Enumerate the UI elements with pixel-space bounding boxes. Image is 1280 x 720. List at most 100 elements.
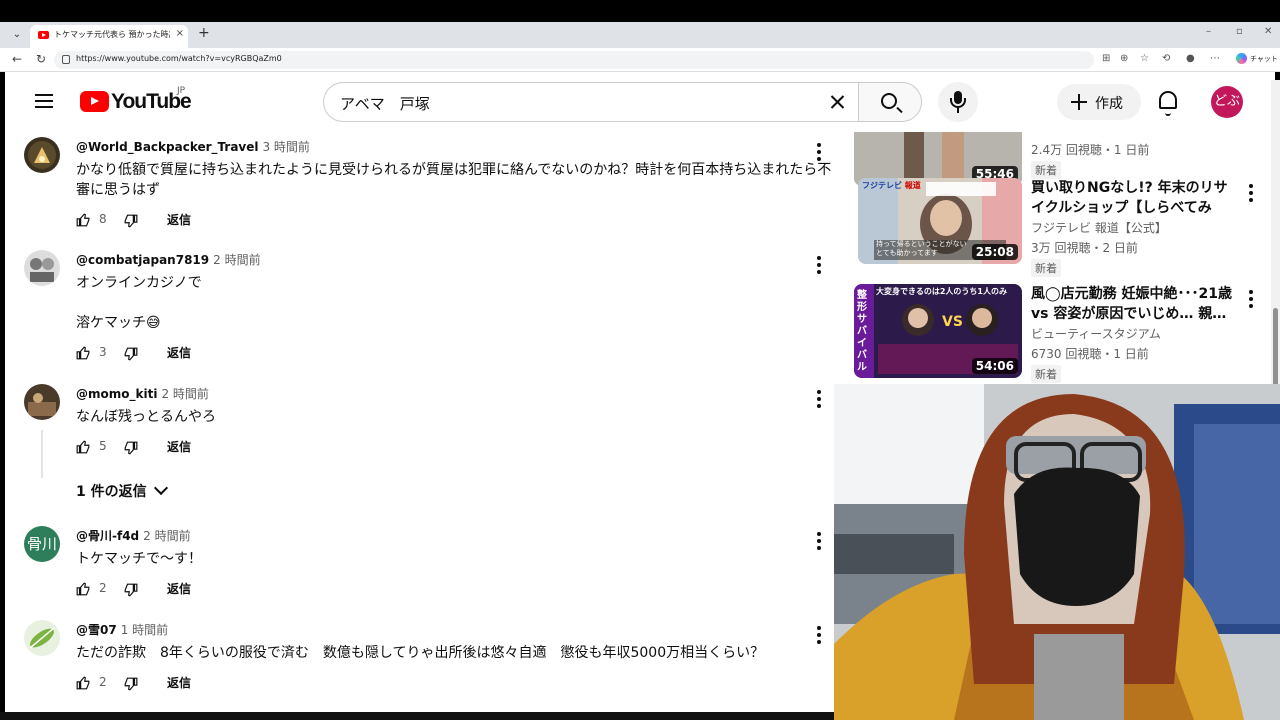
video-channel[interactable]: ビューティースタジアム — [1031, 325, 1161, 342]
notifications-bell-icon[interactable] — [1159, 91, 1177, 116]
new-tab-button[interactable]: + — [198, 25, 210, 41]
reader-mode-icon[interactable]: ⊞ — [1102, 53, 1110, 64]
commenter-avatar[interactable] — [24, 250, 60, 286]
comment-author[interactable]: @World_Backpacker_Travel 3 時間前 — [76, 138, 310, 155]
dislike-icon[interactable] — [124, 676, 138, 691]
thread-line — [41, 430, 43, 478]
thumbnail-logo-text-2: 報道 — [904, 181, 921, 190]
comment-author-name[interactable]: @combatjapan7819 — [76, 253, 209, 267]
comment-author-name[interactable]: @World_Backpacker_Travel — [76, 140, 258, 154]
reply-button[interactable]: 返信 — [167, 344, 191, 361]
comment-time[interactable]: 2 時間前 — [213, 253, 260, 267]
like-icon[interactable] — [76, 345, 90, 360]
youtube-favicon-icon — [38, 31, 49, 39]
dislike-icon[interactable] — [124, 582, 138, 597]
video-thumbnail[interactable]: フジテレビ 報道 持って帰るということがない とても助かってます 25:08 — [858, 178, 1022, 264]
webcam-overlay — [834, 384, 1280, 720]
new-badge: 新着 — [1031, 161, 1061, 179]
video-more-icon[interactable] — [1246, 184, 1256, 204]
related-video-item[interactable]: 整形サバイバル 大変身できるのは2人のうち1人のみ VS 54:06 風◯店元勤… — [854, 284, 1275, 384]
like-count: 2 — [99, 581, 107, 595]
extensions-icon[interactable]: ⟲ — [1162, 53, 1170, 64]
comment-more-icon[interactable] — [814, 626, 824, 646]
restore-icon[interactable]: ▫ — [1236, 26, 1243, 37]
replies-toggle-button[interactable]: 1 件の返信 — [76, 480, 169, 501]
plus-icon — [1069, 92, 1089, 112]
video-channel[interactable]: フジテレビ 報道【公式】 — [1031, 219, 1167, 236]
tab-close-icon[interactable]: × — [176, 28, 184, 39]
comment-actions: 8 返信 — [76, 210, 276, 230]
search-input-value: アベマ 戸塚 — [340, 95, 430, 113]
zoom-icon[interactable]: ⊕ — [1120, 53, 1128, 64]
bottom-edge — [0, 712, 834, 720]
reply-button[interactable]: 返信 — [167, 580, 191, 597]
search-input[interactable]: アベマ 戸塚 — [323, 82, 858, 122]
user-avatar[interactable]: どぶ — [1211, 86, 1243, 118]
copilot-icon[interactable] — [1236, 53, 1247, 64]
comment-time[interactable]: 2 時間前 — [143, 529, 190, 543]
search-clear-icon[interactable] — [822, 87, 852, 117]
comment-author-name[interactable]: @momo_kiti — [76, 387, 157, 401]
profile-icon[interactable]: ● — [1186, 53, 1195, 64]
comment-time[interactable]: 3 時間前 — [262, 140, 309, 154]
video-thumbnail[interactable]: 整形サバイバル 大変身できるのは2人のうち1人のみ VS 54:06 — [854, 284, 1022, 378]
reload-icon[interactable]: ↻ — [36, 52, 46, 66]
comment-author[interactable]: @momo_kiti 2 時間前 — [76, 385, 209, 402]
video-meta: 2.4万 回視聴・1 日前 — [1031, 143, 1150, 157]
commenter-avatar[interactable] — [24, 620, 60, 656]
comment-more-icon[interactable] — [814, 256, 824, 276]
video-more-icon[interactable] — [1246, 290, 1256, 310]
search-button[interactable] — [858, 82, 922, 122]
voice-search-button[interactable] — [938, 82, 978, 122]
commenter-avatar[interactable]: 骨川 — [24, 526, 60, 562]
comment-author[interactable]: @combatjapan7819 2 時間前 — [76, 251, 261, 268]
comment-time[interactable]: 1 時間前 — [121, 623, 168, 637]
more-menu-icon[interactable]: ⋯ — [1210, 53, 1220, 64]
copilot-label: チャット — [1250, 55, 1278, 63]
window-close-icon[interactable]: ✕ — [1264, 26, 1272, 37]
related-video-item[interactable]: フジテレビ 報道 持って帰るということがない とても助かってます 25:08 買… — [854, 178, 1275, 278]
tab-list-chevron-icon[interactable]: ⌄ — [10, 28, 24, 42]
favorite-star-icon[interactable]: ☆ — [1140, 53, 1149, 64]
create-button[interactable]: 作成 — [1057, 84, 1141, 120]
comment-author-name[interactable]: @雪07 — [76, 623, 117, 637]
like-icon[interactable] — [76, 212, 90, 227]
like-icon[interactable] — [76, 439, 90, 454]
video-title[interactable]: 風◯店元勤務 妊娠中絶･･･21歳 vs 容姿が原因でいじめ… 親… — [1031, 284, 1239, 324]
video-title[interactable]: 買い取りNGなし!? 年末のリサイクルショップ【しらべてみた… — [1031, 178, 1239, 218]
new-badge: 新着 — [1031, 259, 1061, 277]
like-icon[interactable] — [76, 581, 90, 596]
commenter-avatar[interactable] — [24, 384, 60, 420]
scrollbar-thumb[interactable] — [1273, 308, 1278, 388]
comment-more-icon[interactable] — [814, 390, 824, 410]
comment-author[interactable]: @雪07 1 時間前 — [76, 621, 168, 638]
video-meta: 6730 回視聴・1 日前 — [1031, 347, 1149, 361]
comment-text: トケマッチで〜す！ — [76, 551, 202, 567]
url-field[interactable]: https://www.youtube.com/watch?v=vcyRGBQa… — [54, 51, 1094, 69]
comment-item: @World_Backpacker_Travel 3 時間前 かなり低額で質屋に持… — [5, 137, 835, 237]
dislike-icon[interactable] — [124, 440, 138, 455]
related-videos: 55:46 2.4万 回視聴・1 日前 新着 フジテレビ 報道 持って帰るという… — [854, 132, 1275, 392]
reply-button[interactable]: 返信 — [167, 438, 191, 455]
commenter-avatar[interactable] — [24, 137, 60, 173]
back-icon[interactable]: ← — [12, 52, 22, 66]
dislike-icon[interactable] — [124, 213, 138, 228]
dislike-icon[interactable] — [124, 346, 138, 361]
comment-item: 骨川 @骨川-f4d 2 時間前 トケマッチで〜す！ 2 返信 — [5, 526, 835, 606]
reply-button[interactable]: 返信 — [167, 211, 191, 228]
comment-more-icon[interactable] — [814, 532, 824, 552]
reply-button[interactable]: 返信 — [167, 674, 191, 691]
comment-author-name[interactable]: @骨川-f4d — [76, 529, 139, 543]
hamburger-menu-icon[interactable] — [35, 94, 53, 108]
comment-item: @momo_kiti 2 時間前 なんぼ残っとるんやろ 5 返信 1 件の返信 — [5, 384, 835, 514]
new-badge: 新着 — [1031, 365, 1061, 383]
comment-author[interactable]: @骨川-f4d 2 時間前 — [76, 527, 191, 544]
browser-tab[interactable]: トケマッチ元代表ら 預かった時計売... × — [30, 25, 188, 48]
youtube-logo-icon[interactable] — [80, 91, 109, 112]
comment-more-icon[interactable] — [814, 143, 824, 163]
comment-time[interactable]: 2 時間前 — [161, 387, 208, 401]
microphone-icon-base — [950, 98, 966, 108]
like-icon[interactable] — [76, 675, 90, 690]
minimize-icon[interactable]: – — [1206, 26, 1211, 37]
search-icon — [881, 93, 897, 109]
